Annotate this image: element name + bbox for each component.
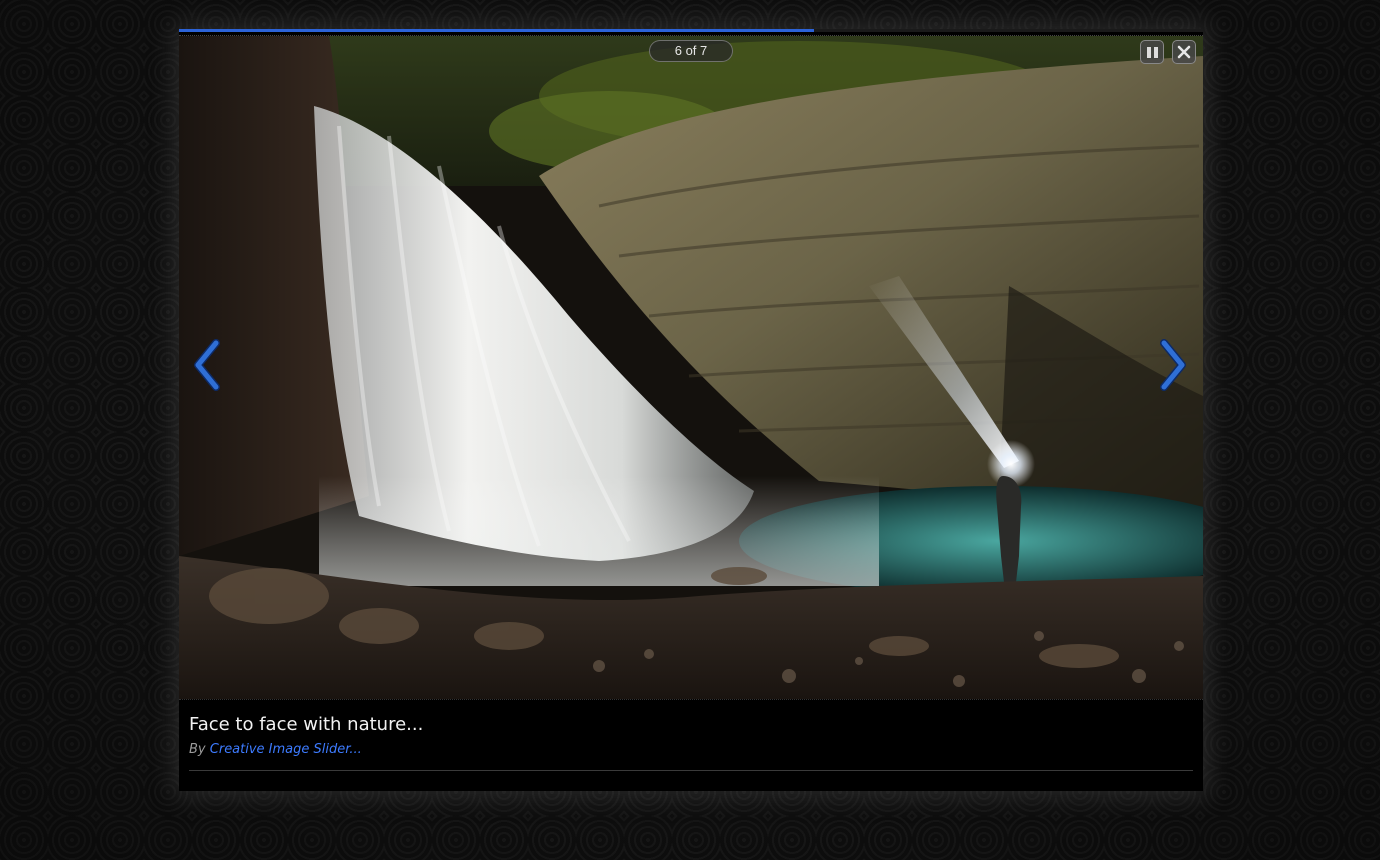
next-slide-button[interactable] — [1157, 339, 1191, 391]
slide-image — [179, 35, 1203, 700]
chevron-left-icon — [194, 339, 220, 391]
slide-caption: Face to face with nature... By Creative … — [189, 713, 1193, 757]
caption-byline: By Creative Image Slider... — [189, 742, 1193, 757]
caption-title: Face to face with nature... — [189, 714, 424, 735]
chevron-right-icon — [1160, 339, 1186, 391]
previous-slide-button[interactable] — [189, 339, 223, 391]
waterfall-cave-photo — [179, 36, 1203, 699]
close-button[interactable] — [1172, 40, 1196, 64]
caption-by-prefix: By — [189, 742, 206, 757]
slideshow-progress-bar — [179, 29, 814, 32]
close-icon — [1177, 45, 1191, 59]
pause-button[interactable] — [1140, 40, 1164, 64]
caption-author-link[interactable]: Creative Image Slider... — [210, 742, 362, 757]
lightbox-panel: 6 of 7 Face to face with nature... By Cr… — [179, 29, 1203, 791]
slide-counter: 6 of 7 — [649, 40, 733, 62]
slideshow-progress-track — [179, 29, 1203, 32]
caption-divider — [189, 770, 1193, 771]
